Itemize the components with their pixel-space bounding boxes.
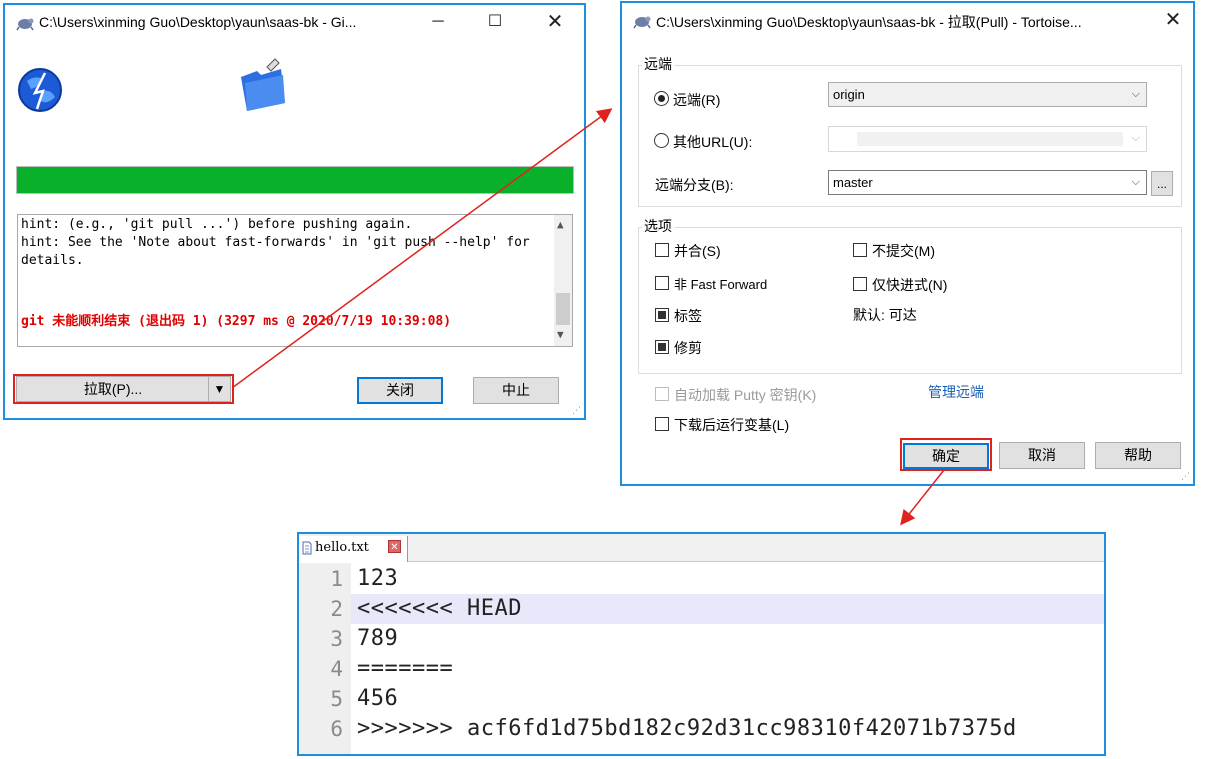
tags-default-label: 默认: 可达 [853, 307, 917, 323]
resize-grip-icon[interactable]: ⋰ [572, 405, 581, 416]
folder-icon [241, 58, 285, 111]
tortoise-icon [633, 16, 651, 29]
other-url-field: ⌵ [828, 126, 1147, 152]
remote-branch-value: master [833, 175, 873, 190]
remote-radio-label: 远端(R) [673, 92, 721, 108]
browse-button[interactable]: ... [1151, 171, 1173, 196]
tortoise-icon [16, 18, 34, 31]
prune-checkbox[interactable] [655, 340, 669, 354]
ff-only-label: 仅快进式(N) [872, 277, 948, 293]
progress-window: C:\Users\xinming Guo\Desktop\yaun\saas-b… [3, 3, 586, 420]
rebase-after-label: 下载后运行变基(L) [674, 417, 790, 433]
line-number: 5 [299, 684, 351, 714]
tab-close-icon[interactable]: ✕ [388, 540, 401, 553]
tags-label: 标签 [674, 308, 702, 324]
url-placeholder-bar [857, 132, 1123, 146]
file-icon [302, 541, 312, 555]
chevron-down-icon: ⌵ [1131, 132, 1140, 144]
code-line[interactable]: 6 >>>>>>> acf6fd1d75bd182c92d31cc98310f4… [299, 714, 1104, 744]
code-line[interactable]: 4 ======= [299, 654, 1104, 684]
scroll-up-icon[interactable]: ▲ [557, 218, 564, 231]
close-icon[interactable]: ✕ [1150, 5, 1196, 35]
remote-branch-label: 远端分支(B): [655, 177, 734, 193]
log-line: details. [21, 253, 84, 268]
other-url-radio-label: 其他URL(U): [673, 134, 753, 150]
resize-grip-icon[interactable]: ⋰ [1181, 471, 1190, 482]
chevron-down-icon: ⌵ [1131, 176, 1140, 188]
no-ff-label: 非 Fast Forward [674, 277, 768, 292]
cancel-button[interactable]: 取消 [999, 442, 1085, 469]
scroll-thumb[interactable] [556, 293, 570, 325]
options-group-title: 选项 [642, 216, 674, 236]
code-text: 456 [357, 686, 399, 711]
code-text: >>>>>>> acf6fd1d75bd182c92d31cc98310f420… [357, 716, 1017, 741]
progress-bar-fill [17, 167, 573, 193]
minimize-icon[interactable]: ─ [415, 7, 461, 37]
code-line[interactable]: 5 456 [299, 684, 1104, 714]
progress-bar [16, 166, 574, 194]
merge-label: 并合(S) [674, 243, 721, 259]
code-line[interactable]: 3 789 [299, 624, 1104, 654]
output-log[interactable]: hint: (e.g., 'git pull ...') before push… [17, 214, 573, 347]
window-title: C:\Users\xinming Guo\Desktop\yaun\saas-b… [656, 14, 1082, 30]
ok-highlight-box [900, 438, 992, 471]
merge-checkbox[interactable] [655, 243, 669, 257]
line-number: 6 [299, 714, 351, 744]
line-number: 3 [299, 624, 351, 654]
remote-group-title: 远端 [642, 54, 674, 74]
ff-only-checkbox[interactable] [853, 277, 867, 291]
no-ff-checkbox[interactable] [655, 276, 669, 290]
close-icon[interactable]: ✕ [532, 7, 578, 37]
tab-hello-txt[interactable]: hello.txt ✕ [299, 536, 408, 562]
remote-radio[interactable] [654, 91, 669, 106]
window-title: C:\Users\xinming Guo\Desktop\yaun\saas-b… [39, 14, 357, 30]
tags-checkbox[interactable] [655, 308, 669, 322]
log-line: hint: (e.g., 'git pull ...') before push… [21, 217, 413, 232]
pull-dialog: C:\Users\xinming Guo\Desktop\yaun\saas-b… [620, 1, 1195, 486]
code-line[interactable]: 1 123 [299, 564, 1104, 594]
tab-label: hello.txt [315, 540, 369, 555]
abort-button[interactable]: 中止 [473, 377, 559, 404]
error-line: git 未能顺利结束 (退出码 1) (3297 ms @ 2020/7/19 … [21, 314, 452, 329]
pull-titlebar[interactable]: C:\Users\xinming Guo\Desktop\yaun\saas-b… [622, 3, 1193, 37]
progress-titlebar[interactable]: C:\Users\xinming Guo\Desktop\yaun\saas-b… [5, 5, 584, 39]
no-commit-checkbox[interactable] [853, 243, 867, 257]
remote-select[interactable]: origin ⌵ [828, 82, 1147, 107]
no-commit-label: 不提交(M) [872, 243, 935, 259]
maximize-icon[interactable]: ☐ [472, 7, 518, 37]
log-scrollbar[interactable]: ▲ ▼ [554, 215, 572, 346]
close-button[interactable]: 关闭 [357, 377, 443, 404]
line-number: 1 [299, 564, 351, 594]
autoload-putty-checkbox [655, 387, 669, 401]
globe-icon [18, 68, 62, 112]
rebase-after-checkbox[interactable] [655, 417, 669, 431]
tab-bar: hello.txt ✕ [299, 534, 1104, 562]
line-number: 2 [299, 594, 351, 624]
line-number: 4 [299, 654, 351, 684]
chevron-down-icon: ⌵ [1131, 88, 1140, 100]
log-line: hint: See the 'Note about fast-forwards'… [21, 235, 530, 250]
remote-branch-select[interactable]: master ⌵ [828, 170, 1147, 195]
prune-label: 修剪 [674, 340, 702, 356]
other-url-radio[interactable] [654, 133, 669, 148]
code-line-current[interactable]: 2 <<<<<<< HEAD [299, 594, 1104, 624]
pull-highlight-box [13, 374, 234, 404]
editor-window: hello.txt ✕ 1 123 2 <<<<<<< HEAD 3 789 4… [297, 532, 1106, 756]
code-text: 123 [357, 566, 399, 591]
autoload-putty-label: 自动加载 Putty 密钥(K) [674, 387, 817, 403]
scroll-down-icon[interactable]: ▼ [557, 328, 564, 341]
code-text: <<<<<<< HEAD [357, 596, 522, 621]
help-button[interactable]: 帮助 [1095, 442, 1181, 469]
code-text: ======= [357, 656, 454, 681]
code-text: 789 [357, 626, 399, 651]
manage-remotes-link[interactable]: 管理远端 [928, 382, 984, 402]
remote-select-value: origin [833, 87, 865, 102]
